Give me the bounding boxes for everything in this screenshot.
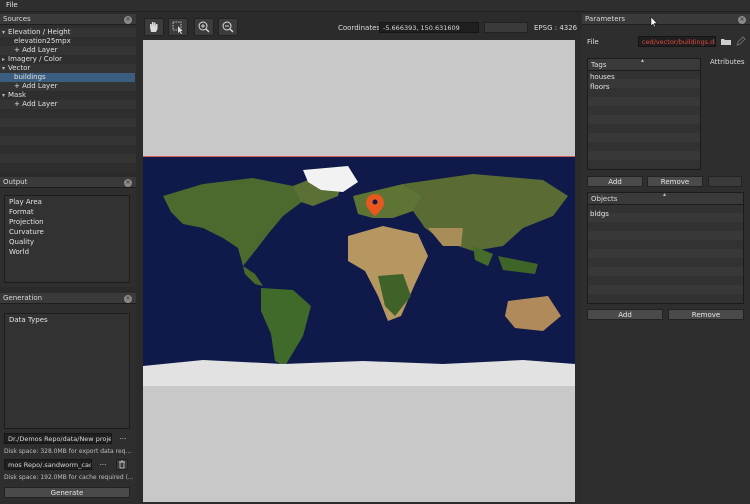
coordinates-action-button[interactable]: [484, 22, 528, 33]
close-icon[interactable]: ×: [124, 15, 132, 24]
output-item-format[interactable]: Format: [9, 207, 34, 217]
sources-tree: ▾ Elevation / Height elevation25mpx + Add…: [0, 26, 136, 172]
generation-title-text: Generation: [3, 294, 43, 302]
generation-panel: Generation × Data Types Dr./Demos Repo/d…: [0, 293, 136, 501]
add-layer-button[interactable]: + Add Layer: [14, 82, 57, 91]
output-title-text: Output: [3, 178, 28, 186]
tree-label: Vector: [8, 64, 31, 72]
file-path-field[interactable]: ced/vector/buildings.dbf: [638, 36, 716, 47]
objects-remove-button[interactable]: Remove: [668, 309, 744, 320]
mouse-cursor-icon: [650, 16, 658, 28]
tree-label: + Add Layer: [14, 46, 58, 54]
tree-label: elevation25mpx: [14, 37, 71, 45]
coordinates-field[interactable]: -5.666393, 150.631609: [379, 22, 479, 33]
tree-item-elevation[interactable]: ▾ Elevation / Height: [2, 28, 70, 37]
attributes-action-button[interactable]: [708, 176, 742, 187]
add-layer-button[interactable]: + Add Layer: [14, 46, 57, 55]
tag-item[interactable]: floors: [590, 82, 610, 92]
coordinates-label: Coordinates:: [338, 24, 383, 32]
tree-label: Imagery / Color: [8, 55, 63, 63]
attributes-label: Attributes: [710, 58, 745, 66]
close-icon[interactable]: ×: [738, 15, 746, 24]
parameters-panel: Parameters × File ced/vector/buildings.d…: [582, 14, 750, 504]
parameters-title-text: Parameters: [585, 15, 626, 23]
output-panel: Output × Play Area Format Projection Cur…: [0, 177, 136, 287]
export-path-field[interactable]: Dr./Demos Repo/data/New project1: [4, 433, 112, 444]
objects-header: Objects ▴: [588, 191, 743, 205]
tree-item-mask[interactable]: ▾ Mask: [2, 91, 26, 100]
output-item-curvature[interactable]: Curvature: [9, 227, 44, 237]
output-item-world[interactable]: World: [9, 247, 29, 257]
tree-label: Mask: [8, 91, 27, 99]
cache-browse-button[interactable]: ...: [96, 459, 110, 470]
generation-title: Generation: [0, 293, 136, 304]
objects-rows: bldgs: [588, 205, 743, 303]
tree-item-imagery[interactable]: ▸ Imagery / Color: [2, 55, 62, 64]
tags-remove-button[interactable]: Remove: [647, 176, 703, 187]
data-types-list: Data Types: [4, 313, 130, 429]
output-item-projection[interactable]: Projection: [9, 217, 44, 227]
sources-panel: Sources × ▾ Elevation / Height elevation2…: [0, 14, 136, 172]
tags-list: Tags ▴ houses floors: [587, 57, 701, 170]
parameters-title: Parameters: [582, 14, 750, 25]
export-browse-button[interactable]: ...: [116, 433, 130, 444]
tags-header-text: Tags: [591, 61, 607, 69]
tags-add-button[interactable]: Add: [587, 176, 643, 187]
menu-file[interactable]: File: [6, 1, 18, 9]
tags-header: Tags ▴: [588, 57, 700, 71]
menu-bar: File: [0, 0, 750, 12]
folder-icon[interactable]: [720, 36, 732, 47]
tree-label: + Add Layer: [14, 100, 58, 108]
cache-path-field[interactable]: mos Repo/.sandworm_cache: [4, 459, 92, 470]
tree-item-buildings[interactable]: buildings: [0, 73, 135, 82]
map-canvas[interactable]: [143, 40, 575, 502]
world-map[interactable]: [143, 156, 575, 386]
tree-label: buildings: [14, 73, 46, 81]
select-icon[interactable]: [168, 18, 188, 36]
output-title: Output: [0, 177, 136, 188]
cache-disk-space: Disk space: 192.0MB for cache required (…: [4, 474, 134, 481]
epsg-label: EPSG : 4326: [534, 24, 578, 32]
close-icon[interactable]: ×: [124, 178, 132, 187]
objects-list: Objects ▴ bldgs: [587, 191, 744, 304]
sources-title: Sources: [0, 14, 136, 25]
output-list: Play Area Format Projection Curvature Qu…: [4, 195, 130, 283]
tree-item-vector[interactable]: ▾ Vector: [2, 64, 30, 73]
generate-button[interactable]: Generate: [4, 487, 130, 498]
hand-icon[interactable]: [144, 18, 164, 36]
sort-indicator-icon: ▴: [641, 57, 645, 64]
tags-rows: houses floors: [588, 71, 700, 169]
objects-header-text: Objects: [591, 195, 618, 203]
zoom-out-icon[interactable]: [218, 18, 238, 36]
data-types-header: Data Types: [9, 316, 48, 324]
close-icon[interactable]: ×: [124, 294, 132, 303]
export-disk-space: Disk space: 328.0MB for export data req.…: [4, 448, 132, 455]
zoom-in-icon[interactable]: [194, 18, 214, 36]
add-layer-button[interactable]: + Add Layer: [14, 100, 57, 109]
sort-indicator-icon: ▴: [663, 191, 667, 198]
tree-label: Elevation / Height: [8, 28, 71, 36]
object-item[interactable]: bldgs: [590, 209, 609, 219]
tree-item-elevation25mpx[interactable]: elevation25mpx: [14, 37, 71, 46]
sources-title-text: Sources: [3, 15, 31, 23]
edit-icon[interactable]: [735, 36, 747, 47]
tag-item[interactable]: houses: [590, 72, 615, 82]
file-label: File: [587, 38, 599, 46]
trash-icon[interactable]: [116, 459, 128, 470]
tree-label: + Add Layer: [14, 82, 58, 90]
output-item-play-area[interactable]: Play Area: [9, 197, 42, 207]
viewer-panel: Coordinates: -5.666393, 150.631609 EPSG …: [140, 14, 578, 504]
objects-add-button[interactable]: Add: [587, 309, 663, 320]
output-item-quality[interactable]: Quality: [9, 237, 34, 247]
